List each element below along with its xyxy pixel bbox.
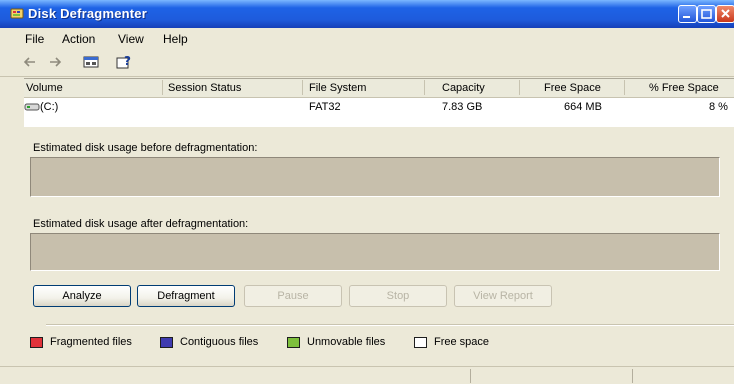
contiguous-files-swatch bbox=[160, 337, 173, 348]
disk-defragmenter-window: Disk Defragmenter File Action View Help bbox=[0, 0, 734, 384]
title-bar[interactable]: Disk Defragmenter bbox=[0, 0, 734, 28]
defragment-button[interactable]: Defragment bbox=[137, 285, 235, 307]
volume-list-header: Volume Session Status File System Capaci… bbox=[24, 79, 734, 98]
properties-icon[interactable] bbox=[82, 53, 100, 71]
forward-arrow-icon[interactable] bbox=[47, 53, 63, 71]
after-usage-label: Estimated disk usage after defragmentati… bbox=[33, 218, 249, 230]
menu-action[interactable]: Action bbox=[62, 32, 95, 46]
menu-file[interactable]: File bbox=[25, 32, 44, 46]
maximize-button[interactable] bbox=[697, 5, 716, 23]
help-icon[interactable]: ? bbox=[115, 53, 135, 71]
status-divider bbox=[632, 369, 633, 383]
column-volume[interactable]: Volume bbox=[26, 82, 63, 94]
capacity-value: 7.83 GB bbox=[442, 101, 483, 113]
close-icon bbox=[721, 9, 730, 18]
free-space-value: 664 MB bbox=[564, 101, 602, 113]
volume-list[interactable]: Volume Session Status File System Capaci… bbox=[24, 78, 734, 127]
free-space-label: Free space bbox=[434, 336, 490, 348]
fragmented-files-label: Fragmented files bbox=[50, 336, 132, 348]
volume-name: (C:) bbox=[40, 101, 59, 113]
view-report-button[interactable]: View Report bbox=[454, 285, 552, 307]
column-file-system[interactable]: File System bbox=[309, 82, 366, 94]
column-free-space[interactable]: Free Space bbox=[544, 82, 601, 94]
free-space-swatch bbox=[414, 337, 427, 348]
stop-button[interactable]: Stop bbox=[349, 285, 447, 307]
column-session-status[interactable]: Session Status bbox=[168, 82, 241, 94]
window-title: Disk Defragmenter bbox=[28, 6, 147, 21]
drive-icon bbox=[24, 103, 40, 111]
pause-button[interactable]: Pause bbox=[244, 285, 342, 307]
status-divider bbox=[470, 369, 471, 383]
column-divider[interactable] bbox=[424, 80, 425, 95]
divider bbox=[46, 324, 734, 326]
table-row[interactable]: (C:) FAT32 7.83 GB 664 MB 8 % bbox=[24, 98, 734, 116]
column-divider[interactable] bbox=[519, 80, 520, 95]
disk-defragmenter-app-icon bbox=[10, 8, 24, 19]
close-button[interactable] bbox=[716, 5, 734, 23]
menu-help[interactable]: Help bbox=[163, 32, 188, 46]
column-capacity[interactable]: Capacity bbox=[442, 82, 485, 94]
before-usage-bar bbox=[30, 157, 720, 197]
maximize-icon bbox=[701, 9, 712, 19]
svg-text:?: ? bbox=[124, 54, 131, 68]
after-usage-bar bbox=[30, 233, 720, 271]
file-system-value: FAT32 bbox=[309, 101, 341, 113]
column-percent-free-space[interactable]: % Free Space bbox=[649, 82, 719, 94]
contiguous-files-label: Contiguous files bbox=[180, 336, 259, 348]
column-divider[interactable] bbox=[624, 80, 625, 95]
analyze-button[interactable]: Analyze bbox=[33, 285, 131, 307]
toolbar: ? bbox=[0, 49, 734, 77]
menu-bar: File Action View Help bbox=[0, 28, 734, 49]
status-bar bbox=[0, 366, 734, 384]
unmovable-files-label: Unmovable files bbox=[307, 336, 386, 348]
analysis-panel: Estimated disk usage before defragmentat… bbox=[24, 128, 734, 384]
column-divider[interactable] bbox=[162, 80, 163, 95]
percent-free-value: 8 % bbox=[709, 101, 728, 113]
unmovable-files-swatch bbox=[287, 337, 300, 348]
menu-view[interactable]: View bbox=[118, 32, 144, 46]
column-divider[interactable] bbox=[302, 80, 303, 95]
before-usage-label: Estimated disk usage before defragmentat… bbox=[33, 142, 258, 154]
fragmented-files-swatch bbox=[30, 337, 43, 348]
minimize-button[interactable] bbox=[678, 5, 697, 23]
back-arrow-icon[interactable] bbox=[22, 53, 38, 71]
minimize-icon bbox=[683, 16, 690, 18]
